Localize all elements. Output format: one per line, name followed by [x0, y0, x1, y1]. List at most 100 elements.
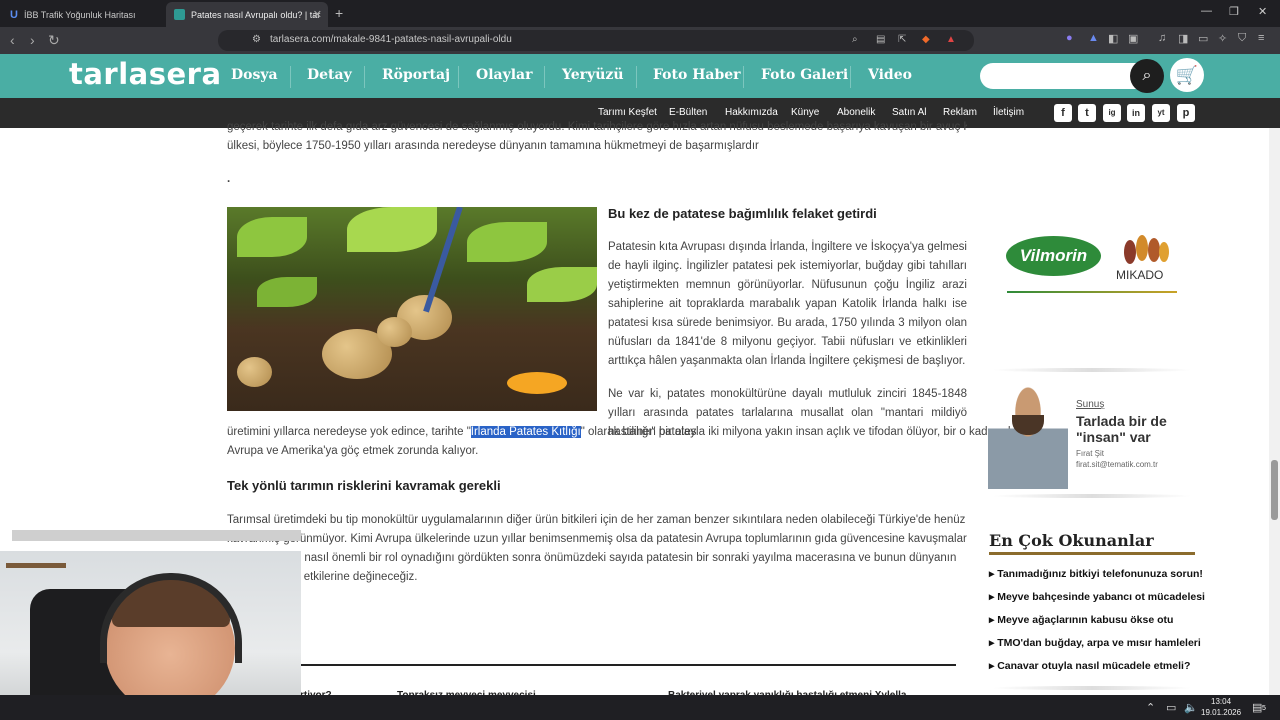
linkedin-icon[interactable]: in — [1127, 104, 1145, 122]
article-paragraph: ülkesi, böylece 1750-1950 yılları arasın… — [227, 140, 759, 152]
address-bar[interactable]: ⚙ tarlasera.com/makale-9841-patates-nasi… — [218, 30, 974, 51]
back-icon[interactable]: ‹ — [10, 32, 15, 48]
browser-tab-bar: U İBB Trafik Yoğunluk Haritası Patates n… — [0, 0, 1280, 27]
subnav-iletisim[interactable]: İletişim — [993, 107, 1024, 118]
vpn-icon[interactable]: ⛉ — [1238, 32, 1246, 45]
clock-date: 19.01.2026 — [1201, 708, 1242, 717]
photo-leaf — [347, 207, 437, 252]
photo-leaf — [467, 222, 547, 262]
card-email: firat.sit@tematik.com.tr — [1076, 460, 1158, 469]
nav-dosya[interactable]: Dosya — [231, 67, 278, 83]
sidebar-icon[interactable]: ◨ — [1178, 32, 1188, 45]
mikado-logo-text: MIKADO — [1116, 268, 1164, 282]
close-tab-icon[interactable]: ✕ — [313, 8, 322, 21]
nav-foto-haber[interactable]: Foto Haber — [653, 67, 741, 83]
section-heading: Bu kez de patatese bağımlılık felaket ge… — [608, 206, 877, 221]
system-clock[interactable]: 13:04 19.01.2026 — [1201, 696, 1241, 718]
popular-item[interactable]: Meyve bahçesinde yabancı ot mücadelesi — [989, 591, 1205, 603]
nav-separator — [458, 66, 459, 88]
leo-icon[interactable]: ✧ — [1218, 32, 1227, 45]
photo-leaf — [237, 217, 307, 257]
url-text: tarlasera.com/makale-9841-patates-nasil-… — [270, 34, 512, 45]
subnav-hakkimizda[interactable]: Hakkımızda — [725, 107, 778, 118]
subnav-reklam[interactable]: Reklam — [943, 107, 977, 118]
card-shadow — [992, 494, 1192, 498]
search-icon[interactable]: ⌕ — [1130, 59, 1164, 93]
popular-item[interactable]: Canavar otuyla nasıl mücadele etmeli? — [989, 660, 1190, 672]
music-icon[interactable]: ♫ — [1158, 32, 1166, 44]
page-scrollbar[interactable] — [1269, 128, 1280, 695]
twitter-icon[interactable]: t — [1078, 104, 1096, 122]
cart-icon[interactable]: 🛒 — [1170, 58, 1204, 92]
extension-icon[interactable]: ▣ — [1128, 32, 1138, 45]
clock-time: 13:04 — [1211, 697, 1232, 706]
notifications-icon[interactable]: ▤ — [1252, 701, 1262, 714]
youtube-icon[interactable]: yt — [1152, 104, 1170, 122]
nav-roportaj[interactable]: Röportaj — [382, 67, 450, 83]
extension-icon[interactable]: ● — [1066, 32, 1073, 44]
notification-count: 5 — [1262, 705, 1266, 712]
new-tab-icon[interactable]: + — [335, 5, 343, 21]
article-paragraph: Avrupa ve Amerika'ya göç etmek zorunda k… — [227, 445, 479, 457]
instagram-icon[interactable]: ig — [1103, 104, 1121, 122]
photo-potato — [237, 357, 272, 387]
volume-icon[interactable]: 🔈 — [1184, 701, 1198, 714]
network-icon[interactable]: ▭ — [1166, 701, 1176, 714]
wallet-icon[interactable]: ▭ — [1198, 32, 1208, 45]
brave-shield-icon[interactable]: ◆ — [922, 34, 930, 45]
site-header: tarlasera Dosya Detay Röportaj Olaylar Y… — [0, 54, 1280, 98]
nav-foto-galeri[interactable]: Foto Galeri — [761, 67, 848, 83]
article-text: üretimini yıllarca neredeyse yok edince,… — [227, 426, 471, 438]
menu-icon[interactable]: ≡ — [1258, 32, 1264, 44]
selected-text-highlight[interactable]: İrlanda Patates Kıtlığı — [470, 426, 581, 438]
facebook-icon[interactable]: f — [1054, 104, 1072, 122]
popular-item[interactable]: Tanımadığınız bitkiyi telefonunuza sorun… — [989, 568, 1203, 580]
card-title[interactable]: Tarlada bir de "insan" var — [1076, 413, 1186, 445]
author-photo — [988, 379, 1068, 489]
ibb-favicon-icon: U — [10, 9, 18, 21]
reader-icon[interactable]: ▤ — [876, 34, 885, 45]
scrollbar-thumb[interactable] — [1271, 460, 1278, 520]
column-card[interactable]: Sunuş Tarlada bir de "insan" var Fırat Ş… — [988, 371, 1196, 501]
site-logo[interactable]: tarlasera — [69, 57, 222, 91]
photo-leaf — [257, 277, 317, 307]
brave-rewards-icon[interactable]: ▲ — [946, 34, 956, 45]
close-window-icon[interactable]: ✕ — [1258, 5, 1267, 18]
restore-icon[interactable]: ❐ — [1229, 5, 1239, 18]
pinterest-icon[interactable]: p — [1177, 104, 1195, 122]
forward-icon[interactable]: › — [30, 32, 35, 48]
popular-item[interactable]: Meyve ağaçlarının kabusu ökse otu — [989, 614, 1173, 626]
mikado-logo-icon — [1124, 235, 1169, 264]
popular-underline — [989, 552, 1195, 555]
extension-icon[interactable]: ▲ — [1088, 32, 1099, 44]
extension-icon[interactable]: ◧ — [1108, 32, 1118, 45]
subnav-satin-al[interactable]: Satın Al — [892, 107, 926, 118]
section-heading: Tek yönlü tarımın risklerini kavramak ge… — [227, 478, 501, 493]
sponsor-banner[interactable]: Vilmorin MIKADO — [1004, 228, 1178, 298]
tab-tarlasera[interactable]: Patates nasıl Avrupalı oldu? | tar ✕ — [166, 2, 328, 27]
nav-video[interactable]: Video — [868, 67, 912, 83]
article-paragraph: Patatesin kıta Avrupası dışında İrlanda,… — [608, 241, 967, 367]
tab-ibb[interactable]: U İBB Trafik Yoğunluk Haritası — [6, 2, 162, 27]
nav-olaylar[interactable]: Olaylar — [476, 67, 533, 83]
article-paragraph: geçerek tarihte ilk defa gıda arz güvenc… — [227, 121, 967, 133]
nav-detay[interactable]: Detay — [307, 67, 352, 83]
author-beard — [1012, 415, 1044, 435]
site-info-icon[interactable]: ⚙ — [252, 34, 261, 45]
popular-item[interactable]: TMO'dan buğday, arpa ve mısır hamleleri — [989, 637, 1201, 649]
vilmorin-logo: Vilmorin — [1006, 236, 1101, 276]
card-label[interactable]: Sunuş — [1076, 399, 1104, 410]
reload-icon[interactable]: ↻ — [48, 32, 60, 49]
subnav-tarimi-kesfet[interactable]: Tarımı Keşfet — [598, 107, 657, 118]
nav-yeryuzu[interactable]: Yeryüzü — [562, 67, 624, 83]
nav-separator — [290, 66, 291, 88]
os-taskbar: ⌃ ▭ 🔈 13:04 19.01.2026 ▤ 5 — [0, 695, 1280, 720]
zoom-icon[interactable]: ⌕ — [852, 34, 858, 45]
subnav-e-bulten[interactable]: E-Bülten — [669, 107, 707, 118]
subnav-kunye[interactable]: Künye — [791, 107, 819, 118]
minimize-icon[interactable]: — — [1201, 5, 1212, 17]
tray-chevron-icon[interactable]: ⌃ — [1146, 701, 1155, 714]
article-paragraph-line: üretimini yıllarca neredeyse yok edince,… — [227, 423, 1017, 442]
subnav-abonelik[interactable]: Abonelik — [837, 107, 875, 118]
share-icon[interactable]: ⇱ — [898, 34, 906, 45]
